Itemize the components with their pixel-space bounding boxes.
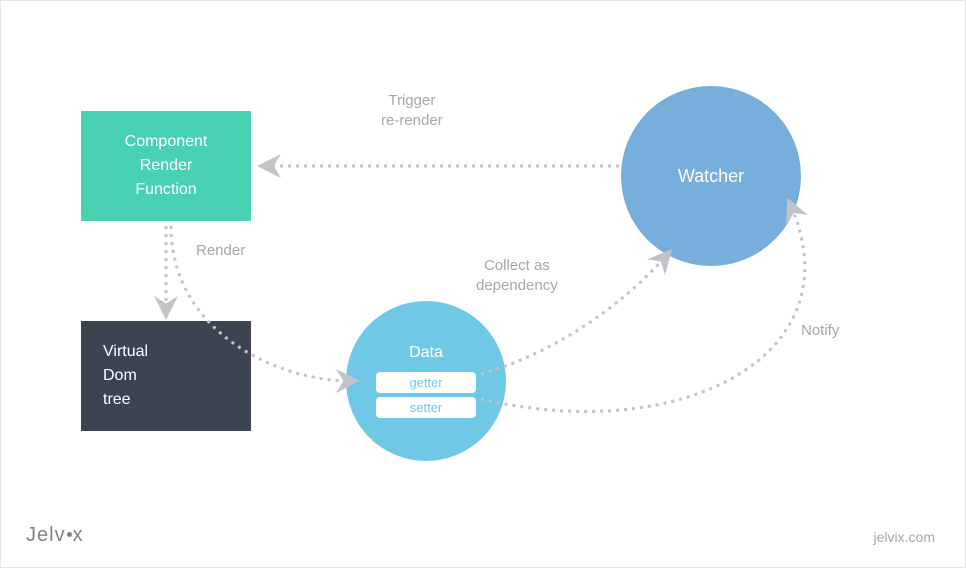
edge-notify-label: Notify: [801, 321, 839, 341]
node-line: Virtual: [103, 340, 148, 364]
data-label: Data: [409, 344, 443, 362]
watcher-label: Watcher: [678, 166, 744, 187]
node-line: Function: [135, 178, 196, 202]
edge-collect-dependency-label: Collect as dependency: [476, 256, 558, 297]
label-line: dependency: [476, 276, 558, 296]
brand-url: jelvix.com: [874, 529, 935, 545]
brand-pre: Jelv: [26, 524, 66, 546]
setter-pill: setter: [376, 397, 476, 418]
label-line: Trigger: [381, 91, 443, 111]
brand-dot-icon: [67, 532, 72, 537]
edge-render-label: Render: [196, 241, 245, 261]
label-line: re-render: [381, 111, 443, 131]
brand-logo: Jelvx: [26, 524, 84, 547]
watcher-node: Watcher: [621, 86, 801, 266]
brand-post: x: [73, 524, 84, 546]
component-render-function-node: Component Render Function: [81, 111, 251, 221]
data-node: Data getter setter: [346, 301, 506, 461]
label-line: Collect as: [476, 256, 558, 276]
node-line: tree: [103, 388, 131, 412]
edge-trigger-rerender-label: Trigger re-render: [381, 91, 443, 132]
node-line: Component: [125, 130, 208, 154]
node-line: Render: [140, 154, 192, 178]
node-line: Dom: [103, 364, 137, 388]
virtual-dom-tree-node: Virtual Dom tree: [81, 321, 251, 431]
getter-pill: getter: [376, 372, 476, 393]
